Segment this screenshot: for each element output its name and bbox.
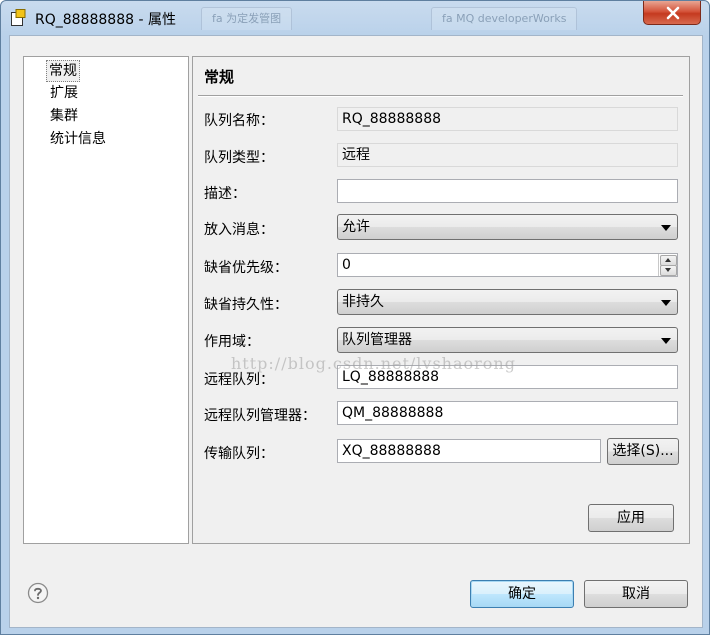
queue-name-label: 队列名称： <box>204 113 274 129</box>
dropdown-arrow-icon <box>661 225 671 231</box>
title-divider <box>198 95 683 97</box>
default-priority-value: 0 <box>342 257 351 273</box>
properties-doc-icon <box>10 9 26 27</box>
properties-dialog: RQ_88888888 - 属性 fa 为定发管图 fa MQ develope… <box>0 0 710 635</box>
description-input[interactable] <box>337 179 678 203</box>
default-persistence-value: 非持久 <box>342 294 384 310</box>
dropdown-arrow-icon <box>661 300 671 306</box>
spinner-buttons <box>658 254 677 276</box>
put-messages-value: 允许 <box>342 219 370 235</box>
default-persistence-label: 缺省持久性： <box>204 297 288 313</box>
scope-value: 队列管理器 <box>342 332 412 348</box>
close-icon <box>666 6 680 20</box>
page-title: 常规 <box>204 68 235 86</box>
watermark: http://blog.csdn.net/lvshaorong <box>231 354 516 373</box>
property-pages-list: 常规 扩展 集群 统计信息 <box>23 56 189 544</box>
general-page: 常规 队列名称： RQ_88888888 队列类型： 远程 描述： 放入消息： … <box>192 56 690 544</box>
nav-item-cluster[interactable]: 集群 <box>48 106 80 126</box>
queue-type-field: 远程 <box>337 143 678 167</box>
select-button[interactable]: 选择(S)... <box>607 438 679 465</box>
nav-item-statistics[interactable]: 统计信息 <box>48 129 108 149</box>
apply-button[interactable]: 应用 <box>588 504 674 532</box>
ok-button[interactable]: 确定 <box>470 580 574 608</box>
dropdown-arrow-icon <box>661 338 671 344</box>
default-priority-label: 缺省优先级： <box>204 260 288 276</box>
help-button[interactable] <box>27 582 49 604</box>
window-title: RQ_88888888 - 属性 <box>35 12 176 28</box>
default-priority-spinner[interactable]: 0 <box>337 253 678 277</box>
scope-select[interactable]: 队列管理器 <box>337 327 678 353</box>
description-label: 描述： <box>204 186 246 202</box>
put-messages-select[interactable]: 允许 <box>337 214 678 240</box>
xmit-queue-label: 传输队列： <box>204 446 274 462</box>
put-messages-label: 放入消息： <box>204 222 274 238</box>
help-icon <box>27 582 49 604</box>
close-button[interactable] <box>643 1 701 25</box>
scope-label: 作用域： <box>204 334 260 350</box>
cancel-button[interactable]: 取消 <box>584 580 688 608</box>
background-tab: fa 为定发管图 <box>201 7 293 30</box>
remote-qmgr-label: 远程队列管理器： <box>204 408 316 424</box>
queue-type-label: 队列类型： <box>204 150 274 166</box>
nav-item-extended[interactable]: 扩展 <box>48 83 80 103</box>
dialog-client-area: 常规 扩展 集群 统计信息 常规 队列名称： RQ_88888888 队列类型：… <box>9 35 703 628</box>
spin-down-icon[interactable] <box>660 265 677 276</box>
queue-name-field: RQ_88888888 <box>337 107 678 131</box>
background-tab: fa MQ developerWorks <box>431 7 578 30</box>
default-persistence-select[interactable]: 非持久 <box>337 289 678 315</box>
remote-qmgr-input[interactable]: QM_88888888 <box>337 401 678 425</box>
nav-item-general[interactable]: 常规 <box>46 60 80 82</box>
title-bar[interactable]: RQ_88888888 - 属性 fa 为定发管图 fa MQ develope… <box>1 1 709 35</box>
xmit-queue-input[interactable]: XQ_88888888 <box>337 439 601 463</box>
